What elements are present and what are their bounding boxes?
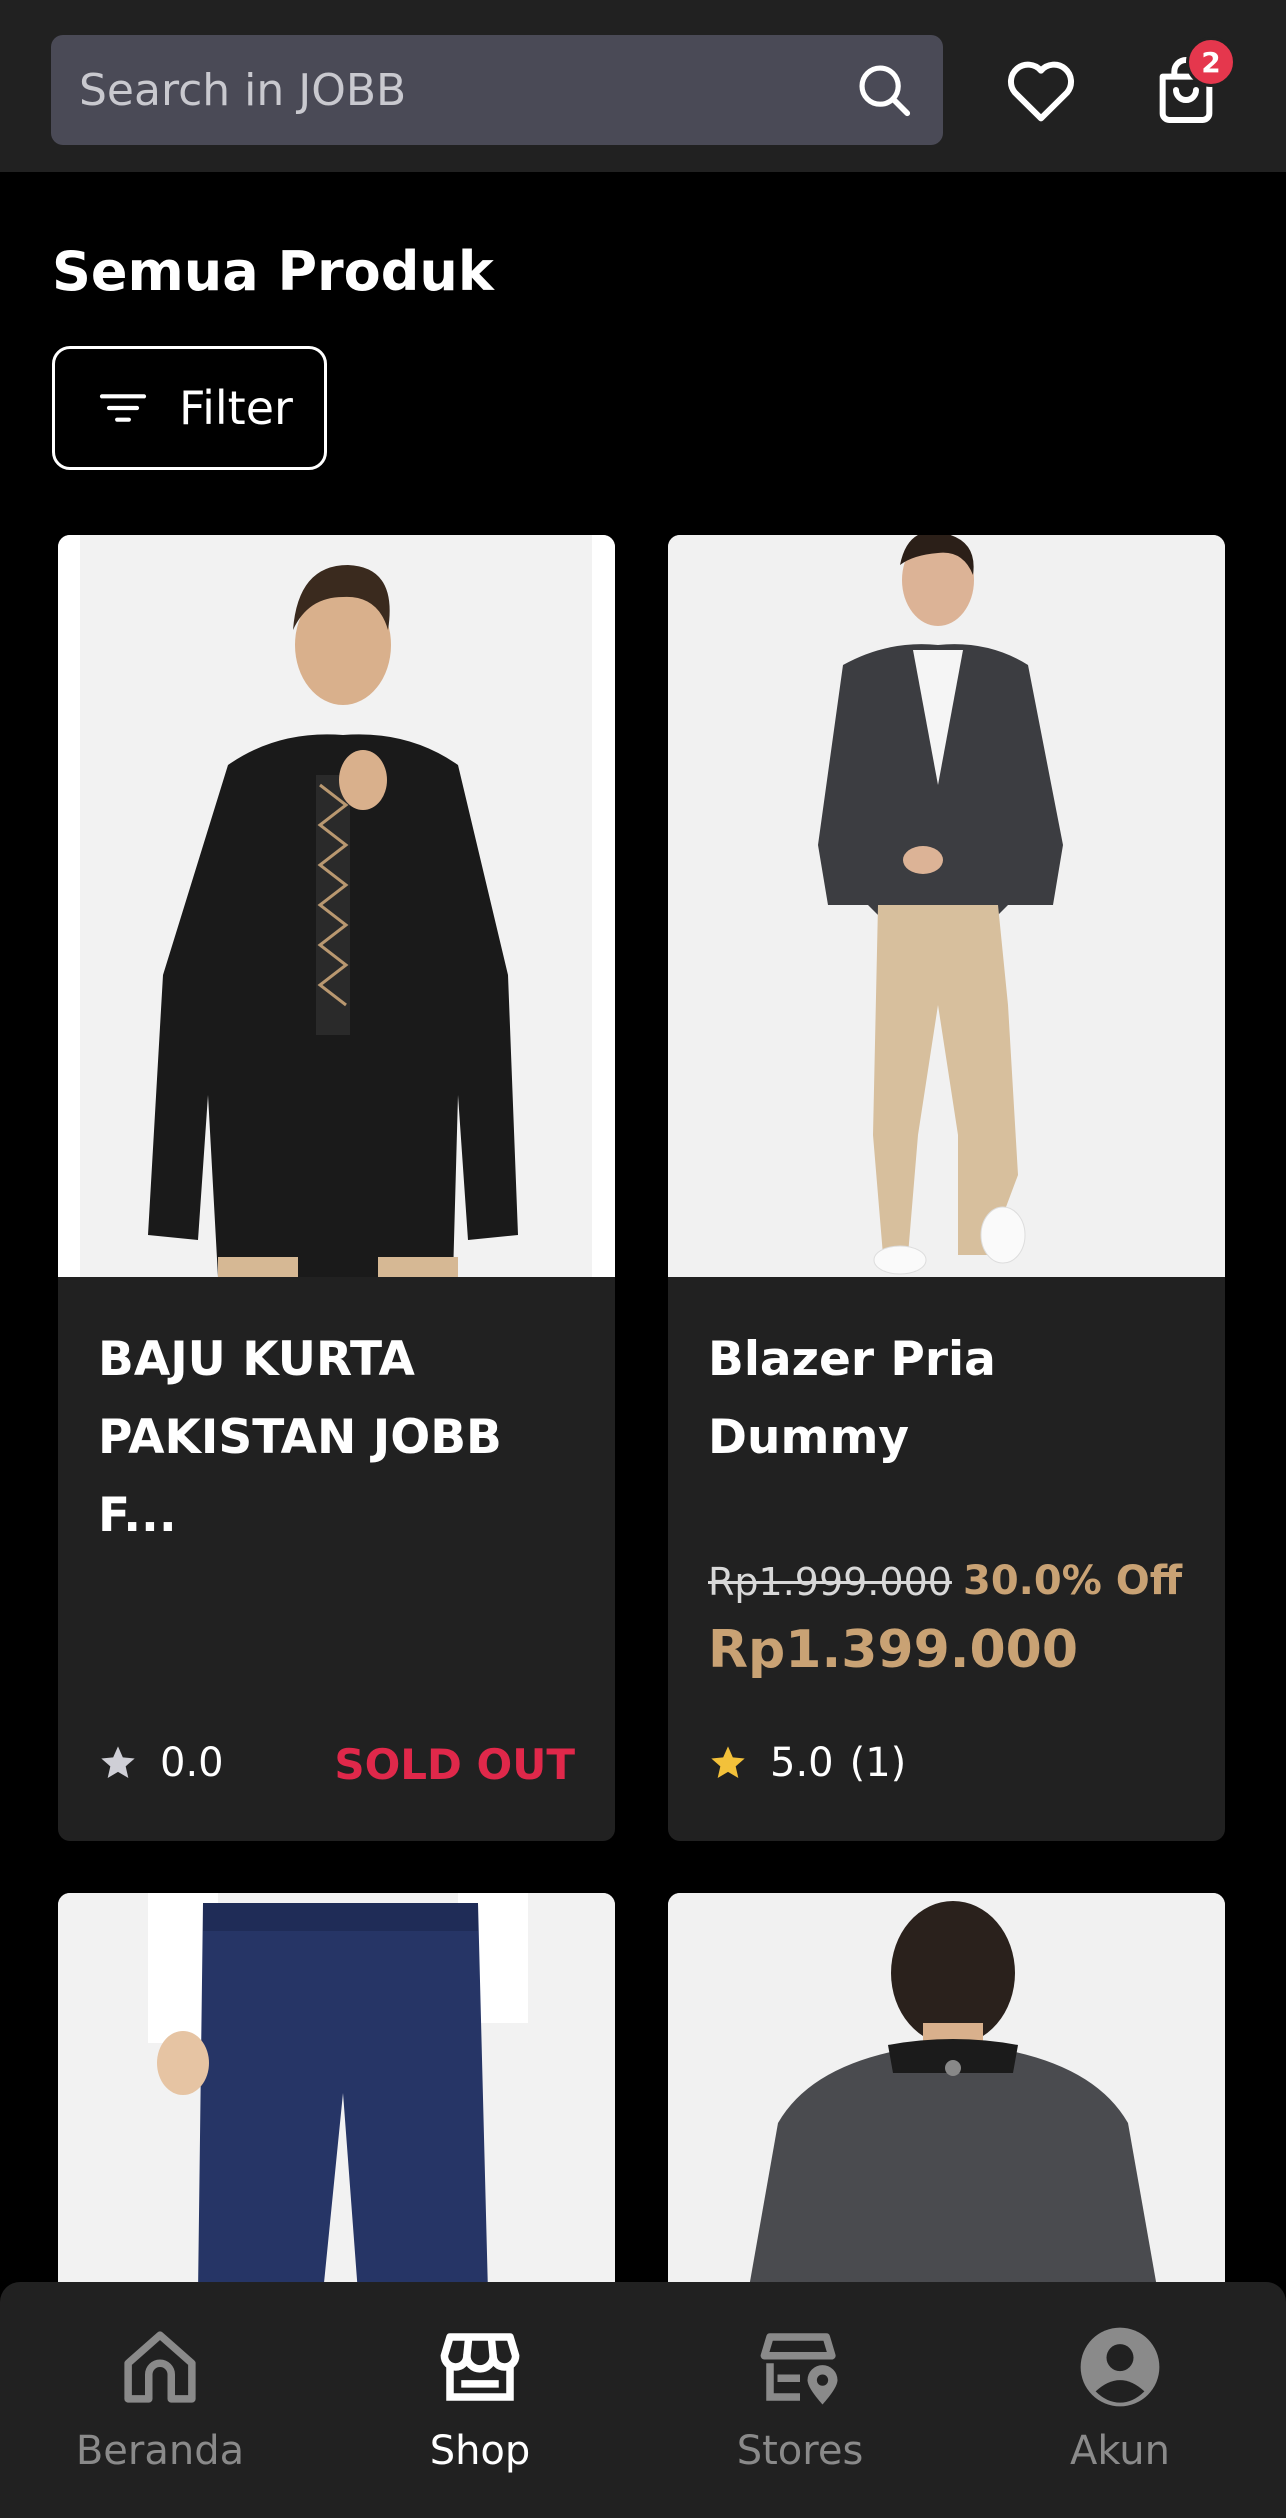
filter-label: Filter xyxy=(179,381,293,435)
bottom-navigation: Beranda Shop Stores Akun xyxy=(0,2282,1286,2518)
product-image[interactable] xyxy=(668,1893,1225,2293)
sold-out-label: SOLD OUT xyxy=(334,1740,575,1789)
product-image[interactable] xyxy=(58,1893,615,2293)
sale-price: Rp1.399.000 xyxy=(708,1620,1079,1680)
nav-item-beranda[interactable]: Beranda xyxy=(0,2322,320,2492)
star-icon xyxy=(711,1746,745,1778)
cart-count-badge: 2 xyxy=(1186,37,1236,87)
product-image[interactable] xyxy=(668,535,1225,1277)
nav-label: Stores xyxy=(736,2428,864,2474)
original-price: Rp1.999.000 xyxy=(708,1560,952,1604)
shop-page: Search in JOBB 2 Semua Produk Filter BAJ… xyxy=(0,0,1286,2518)
product-card[interactable]: Blazer Pria Dummy Rp1.999.000 30.0% Off … xyxy=(668,535,1225,1841)
wishlist-heart-icon[interactable] xyxy=(1001,50,1081,130)
nav-item-stores[interactable]: Stores xyxy=(640,2322,960,2492)
nav-item-akun[interactable]: Akun xyxy=(960,2322,1280,2492)
review-count: (1) xyxy=(849,1740,907,1786)
star-icon xyxy=(101,1746,135,1778)
nav-label: Beranda xyxy=(75,2428,245,2474)
rating-value: 0.0 xyxy=(160,1740,224,1786)
product-rating: 5.0 (1) xyxy=(708,1740,906,1786)
filter-button[interactable]: Filter xyxy=(52,346,327,470)
discount-label: 30.0% Off xyxy=(963,1558,1183,1604)
top-bar: Search in JOBB 2 xyxy=(0,0,1286,172)
account-icon xyxy=(1080,2327,1160,2407)
stores-location-icon xyxy=(760,2333,838,2405)
page-title: Semua Produk xyxy=(52,240,494,303)
product-card[interactable] xyxy=(58,1893,615,2293)
product-card[interactable] xyxy=(668,1893,1225,2293)
store-icon xyxy=(440,2333,520,2401)
nav-item-shop[interactable]: Shop xyxy=(320,2322,640,2492)
nav-label: Shop xyxy=(429,2428,531,2474)
product-name[interactable]: BAJU KURTA PAKISTAN JOBB F... xyxy=(98,1321,578,1555)
home-icon xyxy=(124,2331,196,2403)
nav-label: Akun xyxy=(1070,2428,1170,2474)
search-input[interactable]: Search in JOBB xyxy=(79,65,853,116)
product-rating: 0.0 xyxy=(98,1740,224,1786)
search-icon[interactable] xyxy=(853,59,915,121)
search-bar[interactable]: Search in JOBB xyxy=(51,35,943,145)
filter-icon xyxy=(99,394,147,422)
product-card[interactable]: BAJU KURTA PAKISTAN JOBB F... 0.0 SOLD O… xyxy=(58,535,615,1841)
rating-value: 5.0 xyxy=(770,1740,834,1786)
product-name[interactable]: Blazer Pria Dummy xyxy=(708,1321,1188,1477)
product-image[interactable] xyxy=(58,535,615,1277)
